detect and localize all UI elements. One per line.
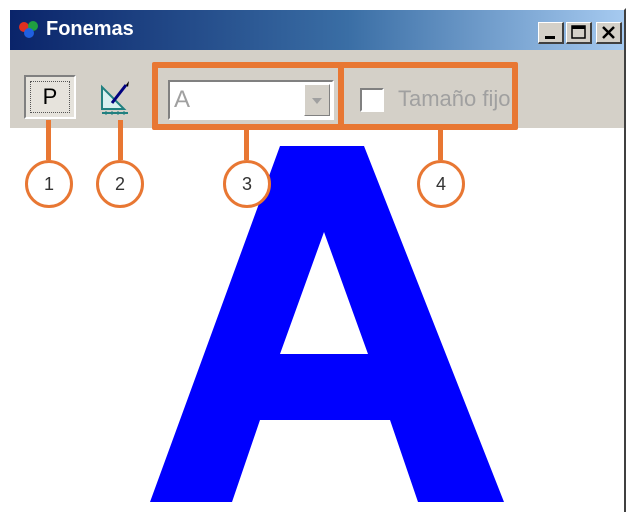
- callout-line-1: [46, 120, 51, 160]
- highlight-fixed-size: [338, 62, 518, 130]
- window-title: Fonemas: [46, 18, 134, 40]
- minimize-button[interactable]: [538, 22, 564, 44]
- maximize-icon: [571, 25, 586, 39]
- title-bar[interactable]: Fonemas: [10, 10, 624, 50]
- callout-1-number: 1: [43, 173, 54, 194]
- callout-4: 4: [417, 160, 465, 208]
- draw-tool-button[interactable]: [96, 75, 134, 119]
- callout-line-3: [244, 130, 249, 160]
- callout-1: 1: [25, 160, 73, 208]
- close-icon: [602, 26, 615, 39]
- callout-3-number: 3: [241, 173, 252, 194]
- callout-2: 2: [96, 160, 144, 208]
- minimize-icon: [545, 36, 555, 39]
- callout-2-number: 2: [114, 173, 125, 194]
- close-button[interactable]: [596, 22, 622, 44]
- p-button[interactable]: P: [24, 75, 76, 119]
- maximize-button[interactable]: [566, 22, 592, 44]
- focus-frame: [30, 81, 70, 113]
- highlight-letter-select: [152, 62, 344, 130]
- draw-tool-icon: [101, 81, 129, 115]
- callout-4-number: 4: [435, 173, 446, 194]
- callout-3: 3: [223, 160, 271, 208]
- callout-line-4: [438, 130, 443, 160]
- callout-line-2: [118, 120, 123, 160]
- app-icon: [19, 21, 38, 38]
